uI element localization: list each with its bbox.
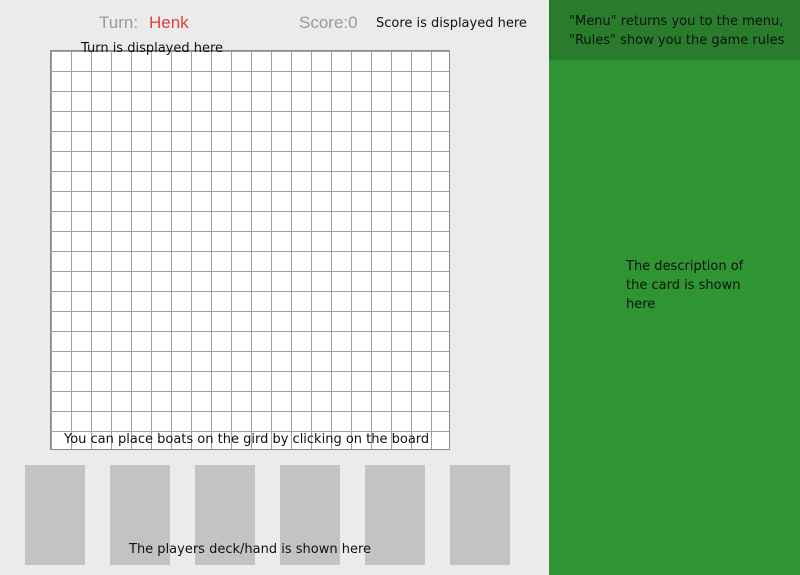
menu-annotation: "Menu" returns you to the menu, "Rules" … [569,12,784,50]
hand-card[interactable] [450,465,510,565]
description-line: The description of [626,259,744,274]
menu-annotation-line: "Menu" returns you to the menu, [569,14,784,29]
game-board-grid[interactable] [50,50,450,450]
turn-player-name: Henk [149,13,189,32]
game-area: Turn: Henk Score:0 Score is displayed he… [0,0,549,575]
hand-annotation: The players deck/hand is shown here [129,542,371,557]
score-annotation: Score is displayed here [376,16,527,31]
card-description-text: The description of the card is shown her… [626,257,766,314]
menu-bar[interactable]: "Menu" returns you to the menu, "Rules" … [549,0,800,60]
hand-card[interactable] [365,465,425,565]
description-line: the card is shown [626,278,741,293]
score-display: Score:0 [299,13,358,32]
turn-annotation: Turn is displayed here [81,41,224,56]
board-annotation: You can place boats on the gird by click… [64,432,430,447]
hand-card[interactable] [25,465,85,565]
menu-annotation-line: "Rules" show you the game rules [569,33,785,48]
description-line: here [626,297,656,312]
turn-label: Turn: [99,13,139,32]
card-description-panel: "Menu" returns you to the menu, "Rules" … [549,0,800,575]
